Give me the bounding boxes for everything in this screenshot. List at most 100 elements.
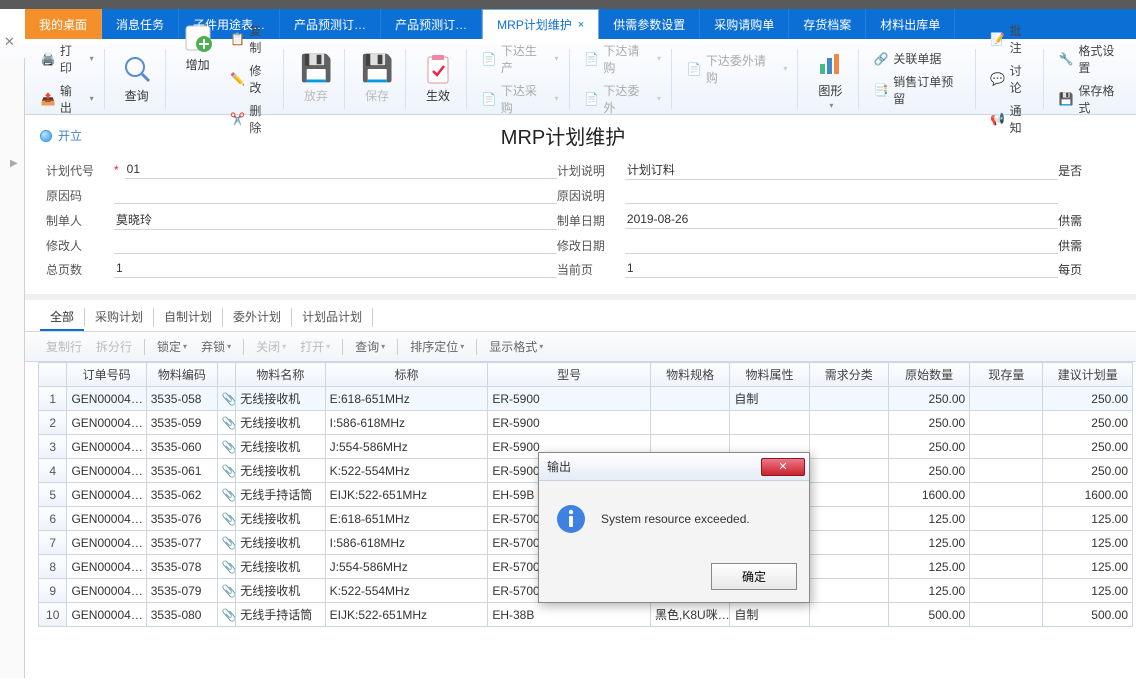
cell-spec[interactable]: J:554-586MHz (325, 435, 488, 459)
cell-suggest[interactable]: 250.00 (1043, 435, 1133, 459)
sort-button[interactable]: 排序定位▾ (404, 336, 470, 357)
cell-model[interactable]: ER-5900 (488, 387, 651, 411)
cell-orig[interactable]: 125.00 (888, 579, 969, 603)
table-row[interactable]: 2GEN00004…3535-059📎无线接收机I:586-618MHzER-5… (39, 411, 1133, 435)
close-left-panel-icon[interactable]: ✕ (4, 34, 15, 50)
cell-model[interactable]: EH-38B (488, 603, 651, 627)
cell-orig[interactable]: 125.00 (888, 507, 969, 531)
cell-suggest[interactable]: 125.00 (1043, 579, 1133, 603)
modify-date-field[interactable] (625, 236, 1058, 254)
cell-mspec[interactable]: 黑色,K8U咪… (651, 603, 730, 627)
col-demand[interactable]: 需求分类 (809, 363, 888, 387)
tab-forecast1[interactable]: 产品预测订… (280, 9, 381, 39)
cell-clip[interactable]: 📎 (217, 387, 235, 411)
cell-suggest[interactable]: 125.00 (1043, 507, 1133, 531)
cell-suggest[interactable]: 250.00 (1043, 411, 1133, 435)
cell-order[interactable]: GEN00004… (67, 459, 146, 483)
print-button[interactable]: 🖨️打印▾ (36, 40, 98, 78)
sales-reserve-button[interactable]: 📑销售订单预留 (869, 71, 968, 109)
table-row[interactable]: 10GEN00004…3535-080📎无线手持话筒EIJK:522-651MH… (39, 603, 1133, 627)
close-row-button[interactable]: 关闭▾ (250, 336, 292, 357)
cell-code[interactable]: 3535-079 (146, 579, 217, 603)
cell-matname[interactable]: 无线接收机 (236, 531, 325, 555)
cell-demand[interactable] (809, 435, 888, 459)
cell-matname[interactable]: 无线手持话筒 (236, 483, 325, 507)
cell-clip[interactable]: 📎 (217, 459, 235, 483)
tab-messages[interactable]: 消息任务 (102, 9, 179, 39)
cell-stock[interactable] (970, 531, 1043, 555)
cell-mspec[interactable] (651, 411, 730, 435)
save-button[interactable]: 💾 保存 (355, 51, 399, 106)
col-mspec[interactable]: 物料规格 (651, 363, 730, 387)
cell-orig[interactable]: 125.00 (888, 531, 969, 555)
modify-button[interactable]: ✏️修改 (226, 60, 277, 98)
issue-pur-button[interactable]: 📄下达采购▾ (477, 80, 563, 118)
tab-mrp[interactable]: MRP计划维护× (482, 9, 599, 39)
plan-desc-field[interactable]: 计划订料 (625, 160, 1058, 180)
cell-stock[interactable] (970, 507, 1043, 531)
cell-code[interactable]: 3535-062 (146, 483, 217, 507)
effect-button[interactable]: 生效 (416, 51, 460, 106)
reason-desc-field[interactable] (625, 186, 1058, 204)
cell-clip[interactable]: 📎 (217, 603, 235, 627)
cell-orig[interactable]: 500.00 (888, 603, 969, 627)
cell-order[interactable]: GEN00004… (67, 387, 146, 411)
subtab-all[interactable]: 全部 (40, 304, 84, 331)
cell-stock[interactable] (970, 435, 1043, 459)
col-orig[interactable]: 原始数量 (888, 363, 969, 387)
cell-code[interactable]: 3535-078 (146, 555, 217, 579)
tab-forecast2[interactable]: 产品预测订… (381, 9, 482, 39)
cell-demand[interactable] (809, 387, 888, 411)
expand-caret-icon[interactable]: ▶ (10, 158, 18, 169)
create-date-field[interactable]: 2019-08-26 (625, 211, 1058, 229)
cell-clip[interactable]: 📎 (217, 435, 235, 459)
save-format-button[interactable]: 💾保存格式 (1054, 80, 1130, 118)
cell-matname[interactable]: 无线接收机 (236, 555, 325, 579)
cell-clip[interactable]: 📎 (217, 555, 235, 579)
output-button[interactable]: 📤输出▾ (36, 80, 98, 118)
cell-clip[interactable]: 📎 (217, 507, 235, 531)
subtab-selfmake[interactable]: 自制计划 (154, 304, 222, 331)
cell-demand[interactable] (809, 483, 888, 507)
issue-req-button[interactable]: 📄下达请购▾ (580, 40, 666, 78)
copy-row-button[interactable]: 复制行 (40, 336, 88, 357)
cell-code[interactable]: 3535-060 (146, 435, 217, 459)
cell-matname[interactable]: 无线手持话筒 (236, 603, 325, 627)
cell-code[interactable]: 3535-061 (146, 459, 217, 483)
grid-query-button[interactable]: 查询▾ (349, 336, 391, 357)
cell-suggest[interactable]: 125.00 (1043, 531, 1133, 555)
close-icon[interactable]: × (578, 19, 584, 31)
cell-order[interactable]: GEN00004… (67, 603, 146, 627)
cell-stock[interactable] (970, 411, 1043, 435)
cell-order[interactable]: GEN00004… (67, 579, 146, 603)
tab-supply-param[interactable]: 供需参数设置 (599, 9, 700, 39)
cell-code[interactable]: 3535-058 (146, 387, 217, 411)
display-format-button[interactable]: 显示格式▾ (483, 336, 549, 357)
cell-matname[interactable]: 无线接收机 (236, 507, 325, 531)
tab-child-use[interactable]: 子件用途表… (179, 9, 280, 39)
cell-demand[interactable] (809, 507, 888, 531)
col-order[interactable]: 订单号码 (67, 363, 146, 387)
plan-code-field[interactable]: 01 (125, 161, 557, 179)
cell-demand[interactable] (809, 603, 888, 627)
cell-code[interactable]: 3535-059 (146, 411, 217, 435)
cell-orig[interactable]: 1600.00 (888, 483, 969, 507)
lock-button[interactable]: 锁定▾ (151, 336, 193, 357)
cell-demand[interactable] (809, 531, 888, 555)
chart-button[interactable]: 图形▾ (808, 46, 852, 112)
cell-spec[interactable]: EIJK:522-651MHz (325, 603, 488, 627)
cell-suggest[interactable]: 1600.00 (1043, 483, 1133, 507)
cell-order[interactable]: GEN00004… (67, 507, 146, 531)
subtab-planitem[interactable]: 计划品计划 (292, 304, 372, 331)
dialog-titlebar[interactable]: 输出 ✕ (539, 453, 809, 481)
cell-matname[interactable]: 无线接收机 (236, 387, 325, 411)
abandon-button[interactable]: 💾 放弃 (294, 51, 338, 106)
cell-model[interactable]: ER-5900 (488, 411, 651, 435)
col-stock[interactable]: 现存量 (970, 363, 1043, 387)
tab-inventory[interactable]: 存货档案 (789, 9, 866, 39)
cell-attr[interactable] (730, 411, 809, 435)
discuss-button[interactable]: 💬讨论 (986, 60, 1038, 98)
issue-ext-req-button[interactable]: 📄下达委外请购▾ (682, 50, 791, 88)
cell-stock[interactable] (970, 603, 1043, 627)
cell-stock[interactable] (970, 387, 1043, 411)
